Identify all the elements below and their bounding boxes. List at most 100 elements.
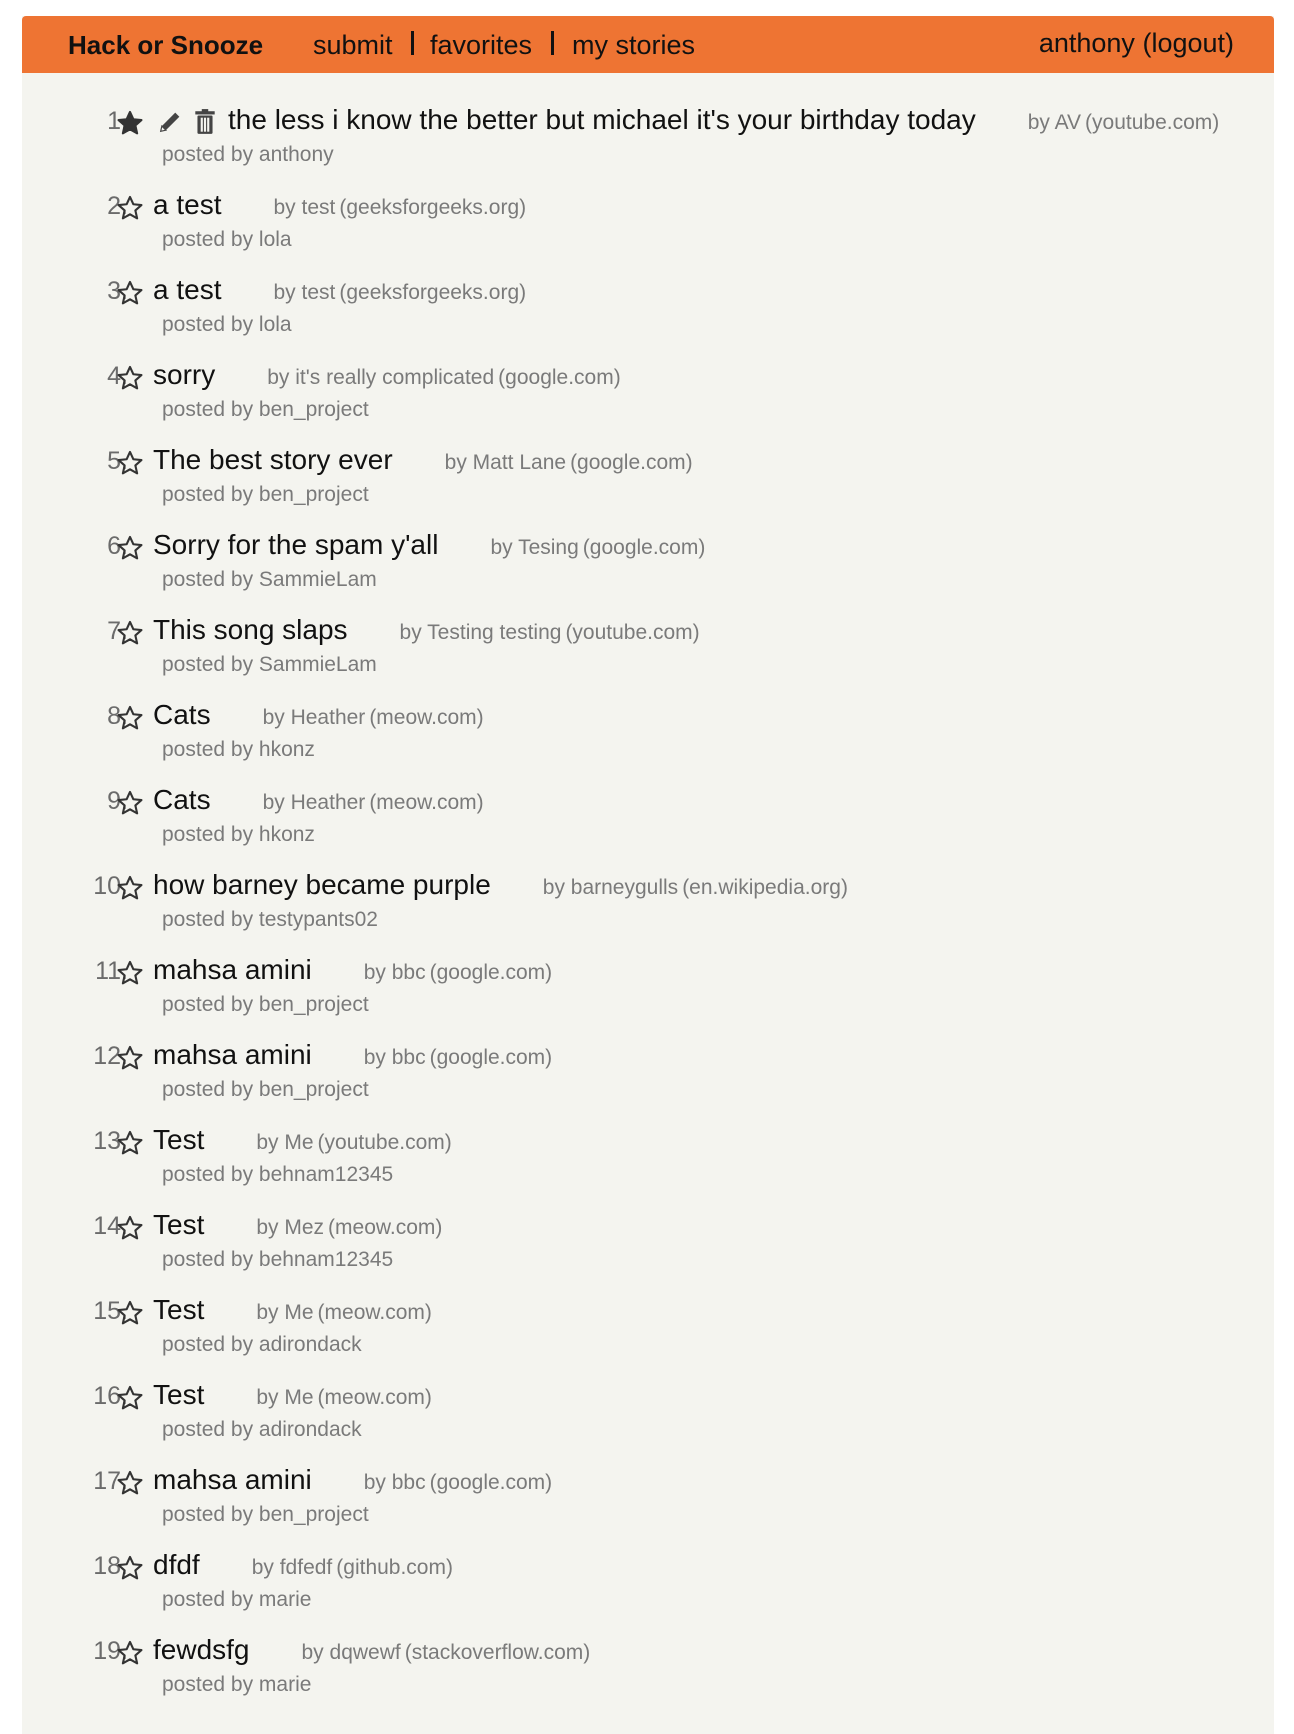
star-outline-icon[interactable]	[116, 959, 144, 987]
story-poster: posted by SammieLam	[162, 653, 377, 676]
story-title-link[interactable]: This song slaps by Testing testing (youtub…	[153, 614, 700, 646]
story-title-link[interactable]: Test by Me (meow.com)	[153, 1379, 432, 1411]
story-title-text[interactable]: fewdsfg	[153, 1634, 250, 1665]
story-title-link[interactable]: dfdf by fdfedf (github.com)	[153, 1549, 453, 1581]
story-title-text[interactable]: mahsa amini	[153, 1464, 312, 1495]
story-hostname: (google.com)	[429, 1471, 553, 1494]
star-outline-icon[interactable]	[116, 279, 144, 307]
story-item: 19. fewdsfg by dqwewf (stackoverflow.com) po…	[22, 1634, 1274, 1722]
story-title-text[interactable]: Test	[153, 1294, 204, 1325]
story-title-text[interactable]: dfdf	[153, 1549, 200, 1580]
story-poster: posted by hkonz	[162, 823, 315, 846]
star-outline-icon[interactable]	[116, 789, 144, 817]
nav-favorites-link[interactable]: favorites	[430, 30, 532, 61]
story-item: 18. dfdf by fdfedf (github.com) posted by ma…	[22, 1549, 1274, 1637]
story-item: 5. The best story ever by Matt Lane (google…	[22, 444, 1274, 532]
nav-submit-link[interactable]: submit	[313, 30, 393, 61]
story-title-link[interactable]: how barney became purple by barneygulls (e…	[153, 869, 848, 901]
story-item: 11. mahsa amini by bbc (google.com) posted b…	[22, 954, 1274, 1042]
story-title-link[interactable]: a test by test (geeksforgeeks.org)	[153, 274, 526, 306]
nav-brand-link[interactable]: Hack or Snooze	[68, 30, 263, 61]
story-title-text[interactable]: This song slaps	[153, 614, 348, 645]
star-outline-icon[interactable]	[116, 1299, 144, 1327]
star-outline-icon[interactable]	[116, 1639, 144, 1667]
story-title-text[interactable]: a test	[153, 274, 221, 305]
nav-my-stories-link[interactable]: my stories	[572, 30, 695, 61]
story-hostname: (meow.com)	[369, 791, 484, 814]
page-frame: Hack or Snooze submit favorites my stori…	[22, 16, 1274, 1734]
story-title-link[interactable]: mahsa amini by bbc (google.com)	[153, 954, 552, 986]
story-title-text[interactable]: sorry	[153, 359, 215, 390]
star-outline-icon[interactable]	[116, 1554, 144, 1582]
story-title-link[interactable]: Cats by Heather (meow.com)	[153, 699, 484, 731]
story-title-text[interactable]: The best story ever	[153, 444, 393, 475]
story-item: 6. Sorry for the spam y'all by Tesing (goog…	[22, 529, 1274, 617]
story-title-link[interactable]: The best story ever by Matt Lane (google.c…	[153, 444, 693, 476]
story-title-text[interactable]: Cats	[153, 699, 211, 730]
story-title-link[interactable]: a test by test (geeksforgeeks.org)	[153, 189, 526, 221]
star-outline-icon[interactable]	[116, 194, 144, 222]
story-title-text[interactable]: Sorry for the spam y'all	[153, 529, 438, 560]
nav-username-link[interactable]: anthony	[1039, 28, 1135, 58]
story-title-link[interactable]: Sorry for the spam y'all by Tesing (google…	[153, 529, 705, 561]
story-item: 13. Test by Me (youtube.com) posted by behna…	[22, 1124, 1274, 1212]
story-author-name: by bbc	[363, 1471, 426, 1494]
story-author: by AV (youtube.com)	[1028, 111, 1220, 134]
story-title-text[interactable]: Test	[153, 1379, 204, 1410]
story-poster: posted by ben_project	[162, 1503, 369, 1526]
story-title-link[interactable]: sorry by it's really complicated (google.c…	[153, 359, 621, 391]
story-author-name: by fdfedf	[251, 1556, 333, 1579]
pencil-icon[interactable]	[156, 108, 184, 136]
story-author-name: by Heather	[262, 706, 366, 729]
trash-icon[interactable]	[192, 108, 218, 136]
story-title-link[interactable]: mahsa amini by bbc (google.com)	[153, 1039, 552, 1071]
story-hostname: (google.com)	[429, 961, 553, 984]
nav-logout-link[interactable]: (logout)	[1142, 28, 1234, 58]
story-poster: posted by adirondack	[162, 1333, 362, 1356]
story-item: 10. how barney became purple by barneygull…	[22, 869, 1274, 957]
story-title-link[interactable]: fewdsfg by dqwewf (stackoverflow.com)	[153, 1634, 590, 1666]
star-filled-icon[interactable]	[116, 109, 144, 137]
star-outline-icon[interactable]	[116, 364, 144, 392]
story-title-link[interactable]: Test by Mez (meow.com)	[153, 1209, 442, 1241]
story-item: 14. Test by Mez (meow.com) posted by behnam1…	[22, 1209, 1274, 1297]
star-outline-icon[interactable]	[116, 449, 144, 477]
story-title-link[interactable]: Cats by Heather (meow.com)	[153, 784, 484, 816]
story-author-name: by Me	[256, 1131, 314, 1154]
star-outline-icon[interactable]	[116, 1384, 144, 1412]
story-title-link[interactable]: the less i know the better but michael i…	[228, 104, 1219, 136]
story-hostname: (meow.com)	[317, 1301, 432, 1324]
story-title-text[interactable]: Cats	[153, 784, 211, 815]
story-title-text[interactable]: a test	[153, 189, 221, 220]
story-author: by Testing testing (youtube.com)	[400, 621, 700, 644]
story-title-link[interactable]: Test by Me (meow.com)	[153, 1294, 432, 1326]
story-hostname: (google.com)	[582, 536, 706, 559]
star-outline-icon[interactable]	[116, 704, 144, 732]
story-author: by Matt Lane (google.com)	[445, 451, 693, 474]
story-title-text[interactable]: mahsa amini	[153, 1039, 312, 1070]
star-outline-icon[interactable]	[116, 1129, 144, 1157]
story-item: 7. This song slaps by Testing testing (yout…	[22, 614, 1274, 702]
story-title-text[interactable]: Test	[153, 1124, 204, 1155]
story-author: by test (geeksforgeeks.org)	[273, 196, 526, 219]
story-title-text[interactable]: the less i know the better but michael i…	[228, 104, 976, 135]
story-author: by Heather (meow.com)	[263, 791, 484, 814]
story-hostname: (youtube.com)	[1085, 111, 1220, 134]
story-title-text[interactable]: how barney became purple	[153, 869, 491, 900]
star-outline-icon[interactable]	[116, 619, 144, 647]
star-outline-icon[interactable]	[116, 1214, 144, 1242]
star-outline-icon[interactable]	[116, 1469, 144, 1497]
story-poster: posted by adirondack	[162, 1418, 362, 1441]
star-outline-icon[interactable]	[116, 1044, 144, 1072]
story-poster: posted by anthony	[162, 143, 334, 166]
story-title-text[interactable]: mahsa amini	[153, 954, 312, 985]
story-title-link[interactable]: Test by Me (youtube.com)	[153, 1124, 452, 1156]
story-item: 4. sorry by it's really complicated (google…	[22, 359, 1274, 447]
star-outline-icon[interactable]	[116, 874, 144, 902]
story-title-link[interactable]: mahsa amini by bbc (google.com)	[153, 1464, 552, 1496]
star-outline-icon[interactable]	[116, 534, 144, 562]
story-title-text[interactable]: Test	[153, 1209, 204, 1240]
story-author-name: by AV	[1027, 111, 1082, 134]
story-author-name: by bbc	[363, 1046, 426, 1069]
story-author: by test (geeksforgeeks.org)	[273, 281, 526, 304]
